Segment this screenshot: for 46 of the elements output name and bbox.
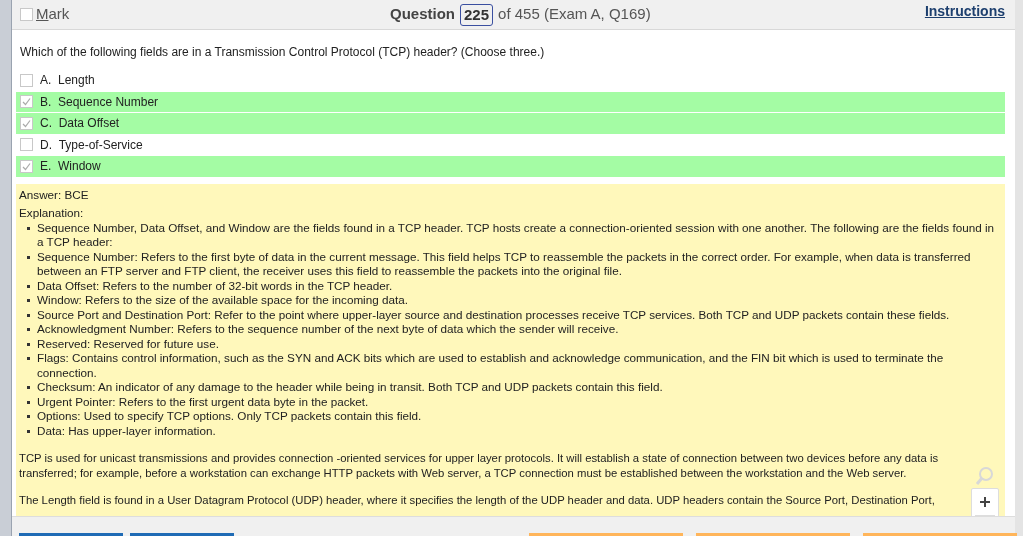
answer-option[interactable]: E. Window [16,156,1005,177]
explanation-item: Urgent Pointer: Refers to the first urgent data byte in the packet. [37,394,369,409]
bullet-icon [26,415,30,418]
bullet-icon [26,313,30,317]
explanation-item: Data Offset: Refers to the number of 32-bit words in the TCP header. [37,278,393,293]
zoom-in-icon[interactable] [980,497,990,507]
explanation-item: Window: Refers to the size of the available space for the incoming data. [37,293,408,308]
explanation-item: Options: Used to specify TCP options. Only TCP packets contain this field. [37,409,422,424]
checkbox[interactable] [20,95,33,109]
answer-option[interactable]: C. Data Offset [16,113,1005,134]
explanation-item: Flags: Contains control information, such as the SYN and ACK bits which are used to establish and acknowledge communication, and the FIN bit which is used to terminate the connection. [37,351,945,380]
explanation-paragraph: TCP is used for unicast transmissions and provides connection -oriented services for upper layer protocols. It will establish a state of connection between two devices before any data is transferred; for example, before a workstation can exchange HTTP packets with Web server, a TCP connection must be established between the workstation and the Web server. [19,451,940,480]
checkbox[interactable] [20,116,33,130]
bullet-icon [26,400,30,404]
bullet-icon [26,429,30,433]
question-number-field[interactable]: 225 [460,3,494,26]
bullet-icon [26,386,30,389]
bullet-icon [26,328,30,331]
bullet-icon [26,226,30,230]
checkbox[interactable] [20,159,33,173]
mark-label[interactable]: Mark [36,3,70,26]
explanation-label: Explanation: [19,206,85,221]
explanation-item: Acknowledgment Number: Refers to the sequence number of the next byte of data which the sender will receive. [37,322,619,337]
bullet-icon [26,255,30,259]
bullet-icon [26,342,30,346]
question-count: of 455 (Exam A, Q169) [498,4,651,25]
checkbox[interactable] [20,138,33,152]
explanation-item: Data: Has upper-layer information. [37,423,216,438]
bullet-icon [26,357,30,360]
bullet-icon [26,299,30,302]
explanation-item: Reserved: Reserved for future use. [37,336,219,351]
bullet-icon [26,284,30,288]
explanation-item: Sequence Number, Data Offset, and Window are the fields found in a TCP header. TCP hosts create a connection-oriented session with one another. The following are the fields found in a TCP header: [37,220,995,250]
answer-option[interactable]: B. Sequence Number [16,91,1005,112]
checkbox[interactable] [20,8,33,21]
scrollbar[interactable] [1015,0,1023,536]
explanation-paragraph: The Length field is found in a User Datagram Protocol (UDP) header, where it specifies the length of the UDP header and data. UDP headers contain the Source Port, Destination Port, [19,493,936,508]
question-label: Question [390,4,455,25]
checkbox[interactable] [20,73,33,87]
answer-text: Answer: BCE [19,187,90,202]
explanation-item: Checksum: An indicator of any damage to the header while being in transit. Both TCP and UDP packets contain this field. [37,380,663,395]
search-icon[interactable] [975,466,995,486]
instructions-link[interactable]: Instructions [650,1,1007,22]
explanation-item: Source Port and Destination Port: Refer to the point where upper-layer source and destination processes receive TCP services. Both TCP and UDP packets contain these fields. [37,307,950,322]
explanation-item: Sequence Number: Refers to the first byte of data in the current message. This field helps TCP to reassemble the packets in the correct order. For example, when data is transferred between an FTP server and FTP client, the receiver uses this field to reassemble the packets into the original file. [37,249,972,279]
question-text: Which of the following fields are in a Transmission Control Protocol (TCP) header? (Choose three.) [19,44,546,61]
